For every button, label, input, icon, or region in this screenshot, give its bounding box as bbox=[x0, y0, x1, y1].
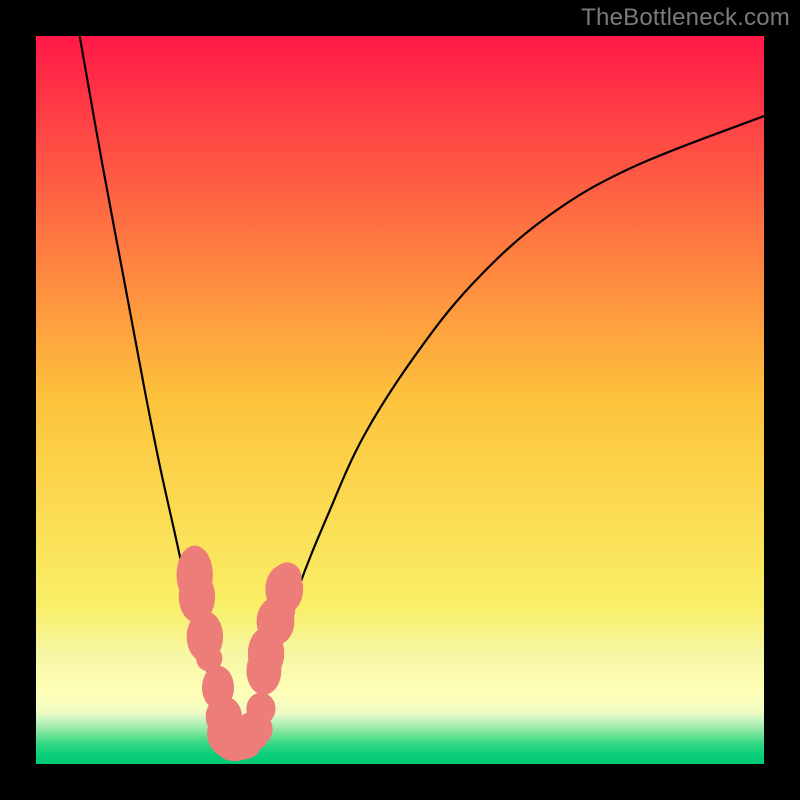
gradient-bg bbox=[36, 36, 764, 764]
data-point bbox=[273, 562, 302, 594]
chart-frame: TheBottleneck.com bbox=[0, 0, 800, 800]
plot-area bbox=[36, 36, 764, 764]
watermark-text: TheBottleneck.com bbox=[581, 4, 790, 32]
data-point bbox=[246, 693, 275, 725]
plot-svg bbox=[36, 36, 764, 764]
